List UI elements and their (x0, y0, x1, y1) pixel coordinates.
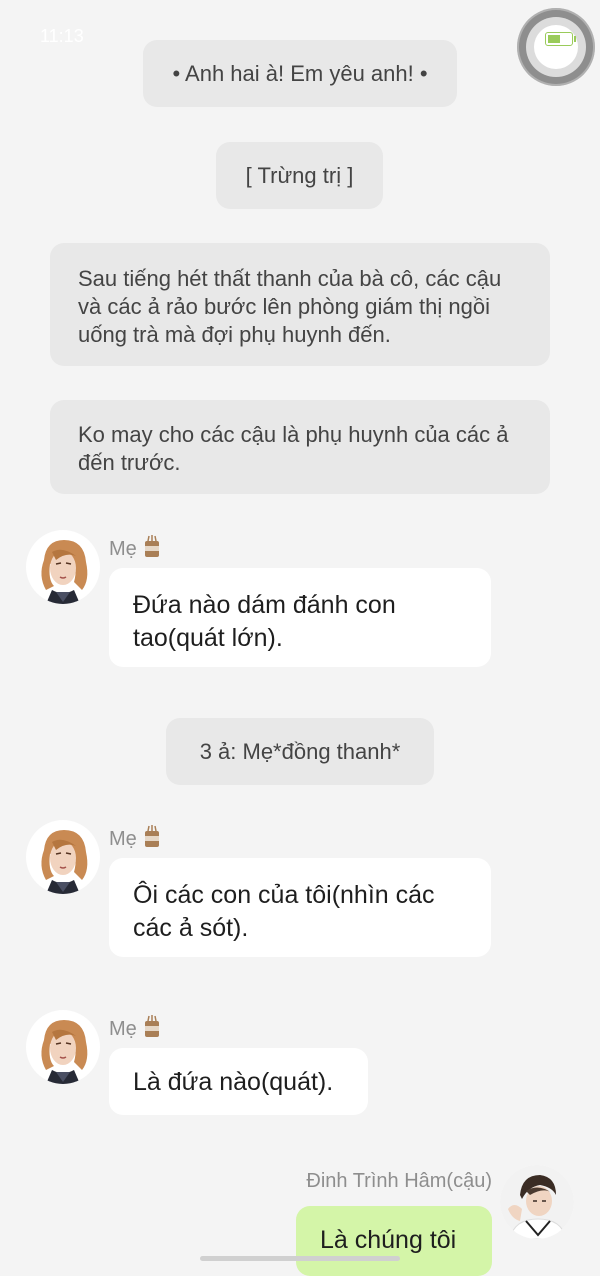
narration-paragraph: Ko may cho các cậu là phụ huynh của các … (50, 400, 550, 494)
message-text: Là đứa nào(quát). (133, 1068, 334, 1096)
narration-chorus: 3 ả: Mẹ*đồng thanh* (166, 718, 434, 785)
sender-name-self: Đinh Trình Hâm(cậu) (292, 1170, 492, 1193)
avatar-self[interactable] (500, 1165, 574, 1239)
coffee-cup-icon (143, 534, 161, 564)
message-text: Ôi các con của tôi(nhìn các các ả sót). (133, 881, 435, 942)
home-indicator[interactable] (200, 1256, 400, 1261)
coffee-cup-icon (143, 1014, 161, 1044)
avatar[interactable] (26, 1010, 100, 1084)
sender-name: Mẹ (109, 1014, 161, 1044)
message-bubble[interactable]: Là đứa nào(quát). (109, 1048, 368, 1115)
avatar[interactable] (26, 820, 100, 894)
message-text: Đứa nào dám đánh con tao(quát lớn). (133, 591, 396, 652)
assistive-touch-ring (526, 17, 586, 77)
sender-name-text: Mẹ (109, 827, 137, 850)
narration-title: • Anh hai à! Em yêu anh! • (143, 40, 457, 107)
avatar-mother-image (41, 540, 88, 604)
message-bubble[interactable]: Ôi các con của tôi(nhìn các các ả sót). (109, 858, 491, 957)
status-time: 11:13 (40, 26, 84, 46)
coffee-cup-icon (143, 824, 161, 854)
avatar-mother-image (41, 1020, 88, 1084)
narration-paragraph: Sau tiếng hét thất thanh của bà cô, các … (50, 243, 550, 366)
message-text: Là chúng tôi (320, 1226, 457, 1254)
battery-icon (545, 32, 576, 46)
narration-text: • Anh hai à! Em yêu anh! • (172, 61, 428, 86)
battery-fill (548, 35, 560, 43)
sender-name-text: Mẹ (109, 1017, 137, 1040)
message-bubble-self[interactable]: Là chúng tôi (296, 1206, 492, 1276)
avatar-mother-image (41, 830, 88, 894)
narration-text: Ko may cho các cậu là phụ huynh của các … (78, 422, 509, 475)
assistive-touch-icon[interactable] (517, 8, 595, 86)
sender-name: Mẹ (109, 824, 161, 854)
narration-text: 3 ả: Mẹ*đồng thanh* (199, 739, 401, 764)
message-bubble[interactable]: Đứa nào dám đánh con tao(quát lớn). (109, 568, 491, 667)
narration-text: Sau tiếng hét thất thanh của bà cô, các … (78, 266, 502, 347)
sender-name-text: Mẹ (109, 537, 137, 560)
sender-name-text: Đinh Trình Hâm(cậu) (306, 1170, 492, 1192)
avatar[interactable] (26, 530, 100, 604)
narration-text: [ Trừng trị ] (245, 163, 354, 188)
sender-name: Mẹ (109, 534, 161, 564)
avatar-boy-image (500, 1165, 574, 1239)
narration-chapter: [ Trừng trị ] (216, 142, 383, 209)
